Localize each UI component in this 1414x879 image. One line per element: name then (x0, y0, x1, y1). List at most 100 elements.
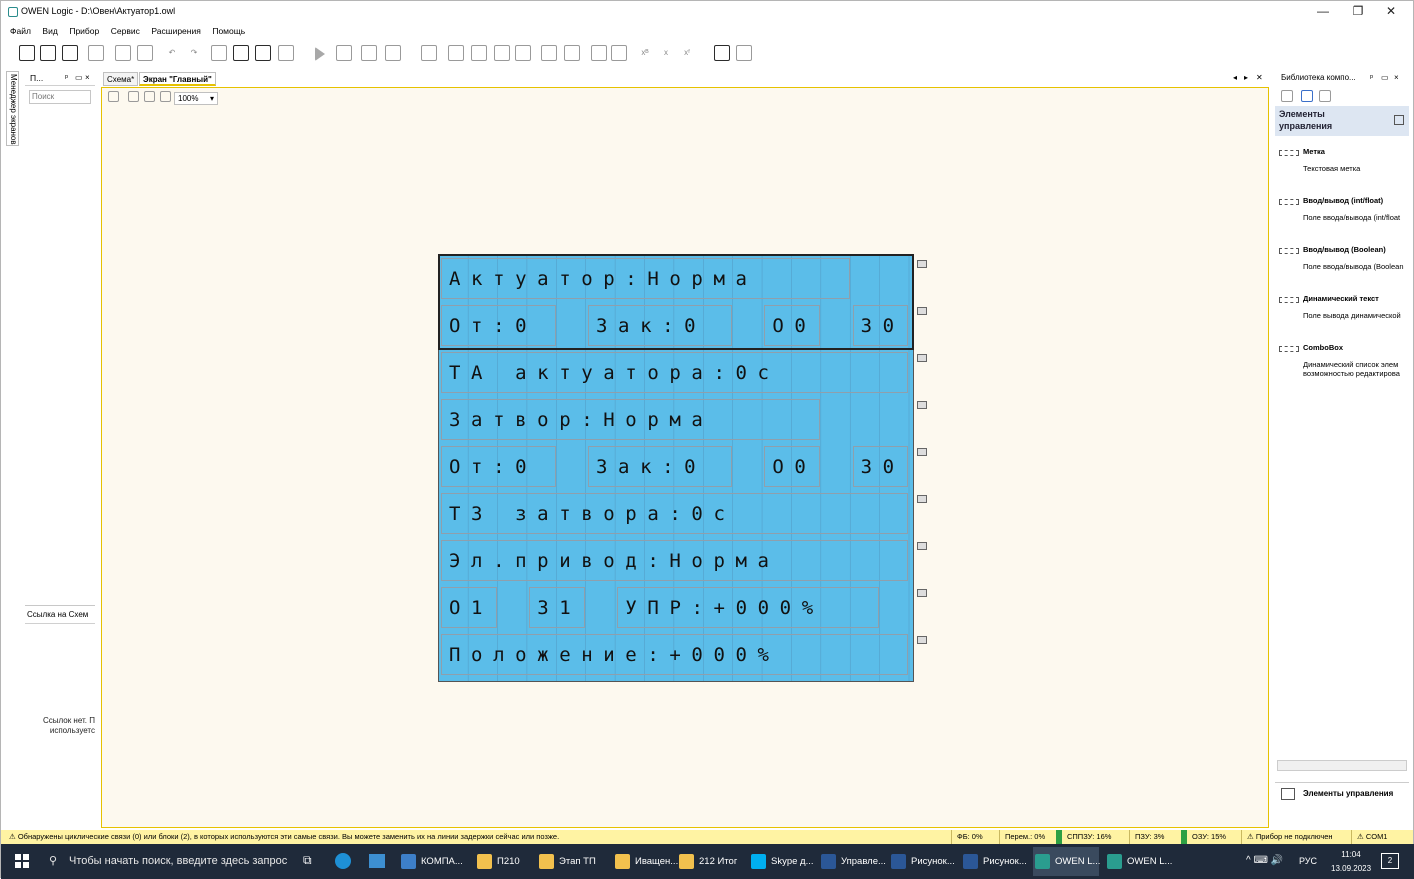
open-folder-icon[interactable] (40, 45, 56, 61)
row-settings-icon[interactable] (917, 401, 927, 409)
taskbar-search-input[interactable]: ⚲ Чтобы начать поиск, введите здесь запро… (41, 847, 291, 876)
taskbar-app-button[interactable]: Skype д... (749, 847, 814, 876)
library-category-controls[interactable]: Элементы управления (1275, 106, 1409, 136)
row-settings-icon[interactable] (917, 260, 927, 268)
new-file-icon[interactable] (19, 45, 35, 61)
lcd-field[interactable]: ТЗ затвора:0с (441, 493, 909, 534)
library-horizontal-scrollbar[interactable] (1277, 760, 1407, 771)
maximize-button[interactable]: ❐ (1342, 3, 1374, 19)
xb-icon[interactable]: xᴮ (634, 45, 656, 61)
lcd-field[interactable]: 30 (852, 446, 909, 487)
lcd-field[interactable]: УПР:+000% (617, 587, 879, 628)
lcd-field[interactable]: О1 (441, 587, 497, 628)
editor-save-icon[interactable] (108, 91, 119, 102)
save-icon[interactable] (62, 45, 78, 61)
edge-icon[interactable] (335, 853, 351, 869)
row-settings-icon[interactable] (917, 448, 927, 456)
lcd-field[interactable]: О0 (764, 446, 821, 487)
pinned-app-icon[interactable] (369, 854, 385, 868)
language-indicator[interactable]: РУС (1299, 854, 1317, 868)
undo-icon[interactable]: ↶ (161, 45, 183, 61)
pin-icon[interactable]: ᵖ (65, 70, 68, 86)
clock[interactable]: 11:04 13.09.2023 (1331, 848, 1371, 876)
compile-icon[interactable] (211, 45, 227, 61)
lcd-field[interactable]: Эл.привод:Норма (441, 540, 909, 581)
screen-editor-icon[interactable] (714, 45, 730, 61)
zoom-out-icon[interactable] (128, 91, 139, 102)
row-settings-icon[interactable] (917, 495, 927, 503)
taskbar-app-button[interactable]: П210 (475, 847, 531, 876)
component-io-int-float[interactable]: Ввод/вывод (int/float) Поле ввода/вывода … (1275, 193, 1409, 242)
library-float-icon[interactable]: ▭ (1381, 70, 1389, 86)
tray-icons[interactable]: ^ ⌨ 🔊 (1246, 854, 1283, 868)
taskbar-app-button[interactable]: Управле... (819, 847, 886, 876)
zoom-select[interactable]: 100% ▾ (174, 92, 218, 105)
tab-main-screen[interactable]: Экран "Главный" (139, 72, 216, 86)
component-combobox[interactable]: ComboBox Динамический список элем возможн… (1275, 340, 1409, 389)
row-settings-icon[interactable] (917, 542, 927, 550)
tab-close-icon[interactable]: ✕ (1256, 73, 1263, 82)
menu-file[interactable]: Файл (10, 23, 31, 39)
run-icon[interactable] (315, 47, 325, 61)
windows-start-icon[interactable] (15, 854, 29, 868)
tab-scroll-left-icon[interactable]: ◂ (1233, 73, 1237, 82)
view-mode-icon[interactable] (1281, 90, 1293, 102)
taskbar-app-button[interactable]: OWEN L... (1105, 847, 1172, 876)
taskbar-app-button[interactable]: OWEN L... (1033, 847, 1100, 876)
copy-icon[interactable] (115, 45, 131, 61)
component-dynamic-text[interactable]: Динамический текст Поле вывода динамическ… (1275, 291, 1409, 340)
w-align-icon[interactable] (591, 45, 607, 61)
row-settings-icon[interactable] (917, 354, 927, 362)
minimize-button[interactable]: — (1307, 3, 1339, 19)
sort-icon[interactable] (1301, 90, 1313, 102)
paste-icon[interactable] (137, 45, 153, 61)
screen-manager-tab[interactable]: Менеджер экранов (6, 71, 19, 146)
grid-icon[interactable] (385, 45, 401, 61)
notification-icon[interactable]: 2 (1381, 853, 1399, 869)
float-icon[interactable]: ▭ (75, 70, 83, 86)
lcd-field[interactable]: ТА актуатора:0с (441, 352, 909, 393)
n-align2-icon[interactable] (564, 45, 580, 61)
menu-extensions[interactable]: Расширения (151, 23, 200, 39)
vertical-align2-icon[interactable] (471, 45, 487, 61)
document-icon[interactable] (736, 45, 752, 61)
tab-scroll-right-icon[interactable]: ▸ (1244, 73, 1248, 82)
collapse-icon[interactable] (1319, 90, 1331, 102)
zoom-in-icon[interactable] (160, 91, 171, 102)
vertical-align-icon[interactable] (448, 45, 464, 61)
row-settings-icon[interactable] (917, 636, 927, 644)
library-pin-icon[interactable]: ᵖ (1370, 70, 1373, 86)
taskbar-app-button[interactable]: Иващен... (613, 847, 678, 876)
lcd-field[interactable]: От:0 (441, 446, 556, 487)
lcd-field[interactable]: Зак:0 (588, 446, 732, 487)
xf-icon[interactable]: xᶠ (676, 45, 698, 61)
check-icon[interactable] (278, 45, 294, 61)
component-label[interactable]: Метка Текстовая метка (1275, 144, 1409, 193)
taskbar-app-button[interactable]: 212 Итог (677, 847, 743, 876)
library-close-icon[interactable]: × (1394, 70, 1399, 86)
taskbar-app-button[interactable]: Рисунок... (889, 847, 955, 876)
menu-service[interactable]: Сервис (111, 23, 140, 39)
n-align-icon[interactable] (541, 45, 557, 61)
x-icon[interactable]: x (655, 45, 677, 61)
screens-search-input[interactable]: Поиск (29, 90, 91, 104)
menu-help[interactable]: Помощь (212, 23, 245, 39)
taskbar-app-button[interactable]: Этап ТП (537, 847, 607, 876)
library-footer-tab[interactable]: Элементы управления (1275, 782, 1409, 804)
group-icon[interactable] (515, 45, 531, 61)
taskbar-app-button[interactable]: КОМПА... (399, 847, 469, 876)
print-icon[interactable] (88, 45, 104, 61)
search-device-icon[interactable] (233, 45, 249, 61)
menu-device[interactable]: Прибор (69, 23, 99, 39)
tab-schema[interactable]: Схема* (103, 72, 139, 86)
device-settings-icon[interactable] (255, 45, 271, 61)
panel-close-icon[interactable]: × (85, 70, 90, 86)
insert-block-icon[interactable] (361, 45, 377, 61)
lcd-field[interactable]: Затвор:Норма (441, 399, 821, 440)
fit-icon[interactable] (144, 91, 155, 102)
step-icon[interactable] (336, 45, 352, 61)
row-settings-icon[interactable] (917, 307, 927, 315)
calendar-icon[interactable] (421, 45, 437, 61)
component-io-boolean[interactable]: Ввод/вывод (Boolean) Поле ввода/вывода (B… (1275, 242, 1409, 291)
lcd-field[interactable]: 31 (529, 587, 585, 628)
